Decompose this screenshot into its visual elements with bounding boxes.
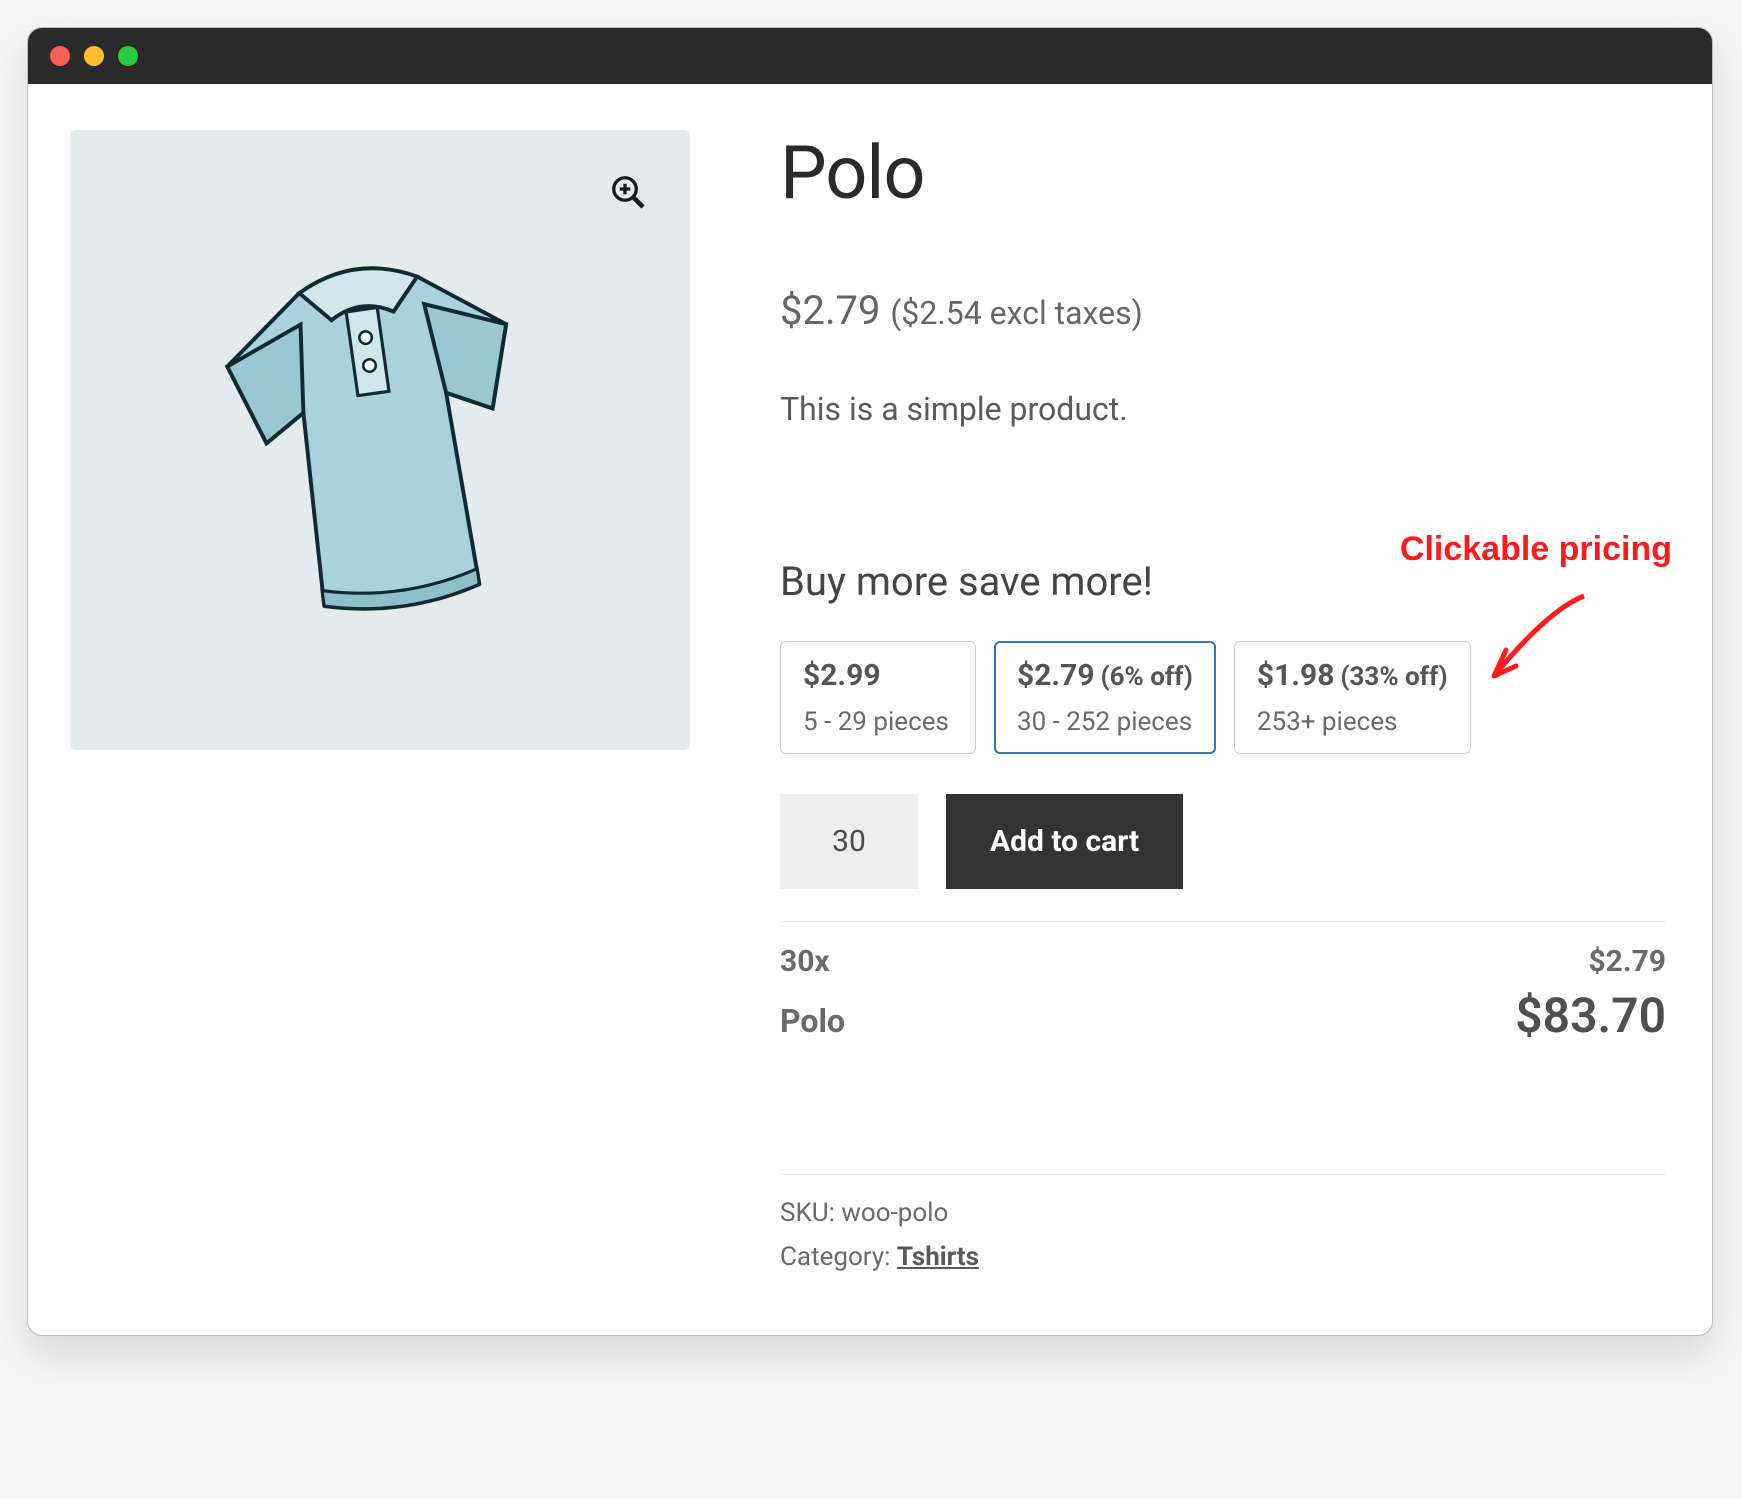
window-close-button[interactable] [50, 46, 70, 66]
zoom-icon[interactable] [610, 174, 646, 210]
category-row: Category: Tshirts [780, 1235, 1666, 1279]
pricing-tier-2[interactable]: $2.79 (6% off) 30 - 252 pieces [994, 641, 1216, 754]
pricing-tier-3[interactable]: $1.98 (33% off) 253+ pieces [1234, 641, 1471, 754]
product-meta: SKU: woo-polo Category: Tshirts [780, 1191, 1666, 1279]
category-label: Category: [780, 1242, 897, 1272]
category-link[interactable]: Tshirts [897, 1242, 979, 1272]
product-page: Polo $2.79 ($2.54 excl taxes) This is a … [28, 84, 1712, 1335]
tier-price: $2.99 [803, 658, 881, 693]
summary-total: $83.70 [1515, 987, 1666, 1044]
pricing-tier-1[interactable]: $2.99 5 - 29 pieces [780, 641, 976, 754]
product-title: Polo [780, 130, 1666, 217]
sku-row: SKU: woo-polo [780, 1191, 1666, 1235]
quantity-input[interactable] [780, 794, 918, 889]
add-to-cart-button[interactable]: Add to cart [946, 794, 1183, 889]
product-description: This is a simple product. [780, 390, 1666, 428]
product-image[interactable] [70, 130, 690, 750]
tier-price: $2.79 [1017, 658, 1095, 693]
tier-discount: (6% off) [1101, 662, 1193, 692]
sku-label: SKU: [780, 1198, 841, 1228]
summary-product-name: Polo [780, 1002, 845, 1040]
polo-shirt-illustration [145, 205, 615, 675]
price-excl-tax: ($2.54 excl taxes) [890, 294, 1142, 332]
titlebar [28, 28, 1712, 84]
tier-price: $1.98 [1257, 658, 1335, 693]
summary-total-row: Polo $83.70 [780, 987, 1666, 1044]
product-price: $2.79 ($2.54 excl taxes) [780, 287, 1666, 334]
sku-value: woo-polo [841, 1198, 948, 1228]
summary-unit-price: $2.79 [1588, 944, 1666, 979]
annotation-label: Clickable pricing [1400, 530, 1672, 569]
summary-line-item: 30x $2.79 [780, 944, 1666, 979]
pricing-tiers: $2.99 5 - 29 pieces $2.79 (6% off) 30 - … [780, 641, 1666, 754]
price-incl-tax: $2.79 [780, 287, 880, 334]
window-maximize-button[interactable] [118, 46, 138, 66]
tier-range: 30 - 252 pieces [1017, 707, 1193, 737]
window-minimize-button[interactable] [84, 46, 104, 66]
summary-qty: 30x [780, 944, 830, 979]
tier-range: 5 - 29 pieces [803, 707, 953, 737]
tier-range: 253+ pieces [1257, 707, 1448, 737]
divider [780, 1174, 1666, 1175]
add-to-cart-row: Add to cart [780, 794, 1666, 889]
browser-window: Polo $2.79 ($2.54 excl taxes) This is a … [28, 28, 1712, 1335]
divider [780, 921, 1666, 922]
tier-discount: (33% off) [1340, 662, 1447, 692]
product-details: Polo $2.79 ($2.54 excl taxes) This is a … [780, 130, 1666, 1279]
